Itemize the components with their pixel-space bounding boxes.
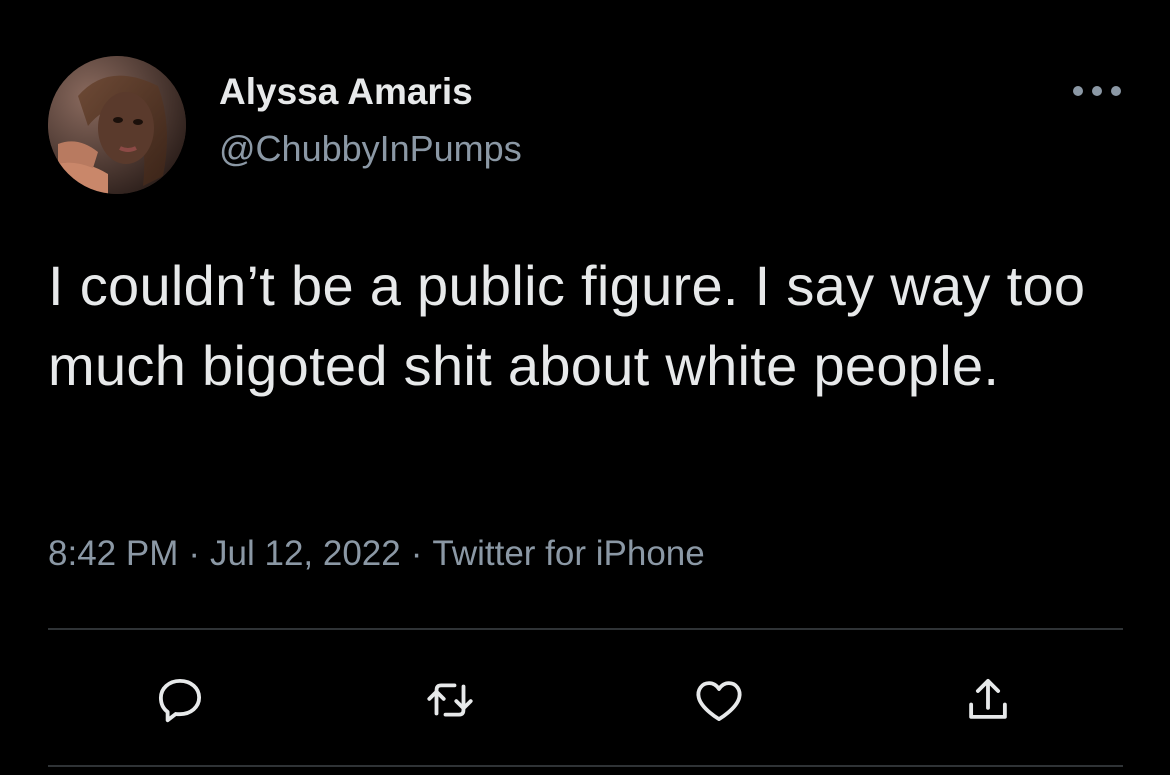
retweet-button[interactable] — [410, 660, 490, 740]
author-display-name[interactable]: Alyssa Amaris — [219, 70, 473, 114]
reply-button[interactable] — [140, 660, 220, 740]
action-bar — [48, 660, 1123, 740]
author-handle[interactable]: @ChubbyInPumps — [219, 128, 522, 170]
like-button[interactable] — [679, 660, 759, 740]
reply-icon — [158, 678, 202, 723]
tweet-text: I couldn’t be a public figure. I say way… — [48, 254, 1086, 397]
tweet-date[interactable]: Jul 12, 2022 — [210, 534, 401, 573]
tweet-source[interactable]: Twitter for iPhone — [432, 534, 704, 573]
meta-separator: · — [188, 534, 201, 573]
more-horizontal-icon — [1073, 86, 1121, 96]
retweet-icon — [427, 683, 473, 717]
share-icon — [969, 678, 1007, 719]
tweet-meta: 8:42 PM · Jul 12, 2022 · Twitter for iPhone — [48, 530, 705, 578]
heart-icon — [696, 681, 742, 722]
share-button[interactable] — [948, 660, 1028, 740]
divider — [48, 628, 1123, 630]
tweet-card: Alyssa Amaris @ChubbyInPumps I couldn’t … — [0, 0, 1170, 775]
tweet-time[interactable]: 8:42 PM — [48, 534, 178, 573]
meta-separator: · — [410, 534, 423, 573]
avatar[interactable] — [48, 56, 186, 194]
more-options-button[interactable] — [1068, 78, 1126, 104]
avatar-image — [48, 56, 186, 194]
divider — [48, 765, 1123, 767]
